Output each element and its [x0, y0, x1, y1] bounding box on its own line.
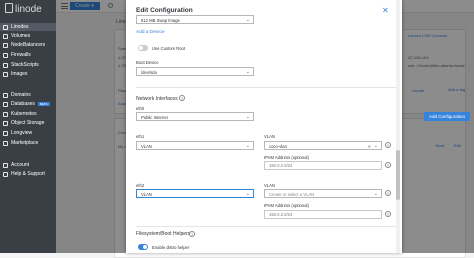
kubernetes-icon [3, 111, 8, 117]
stackscripts-icon [3, 62, 8, 68]
chevron-down-icon: ⌄ [245, 17, 250, 23]
network-interfaces-title: Network Interfaces [136, 96, 178, 102]
custom-root-toggle[interactable] [138, 45, 148, 51]
sidebar-item-stackscripts[interactable]: StackScripts [0, 61, 56, 69]
chevron-down-icon: ⌄ [373, 191, 378, 197]
object-storage-icon [3, 120, 8, 126]
clear-icon[interactable]: ✕ [368, 144, 371, 149]
add-configuration-button[interactable]: Add Configuration [424, 112, 470, 121]
eth1-vlan-select[interactable]: coco-vlan ✕ ⌄ [264, 141, 382, 150]
eth1-label: eth1 [136, 134, 145, 139]
domains-icon [3, 92, 8, 98]
eth1-ipam-input[interactable] [264, 161, 382, 170]
help-icon[interactable]: ? [385, 162, 391, 168]
eth1-type-select[interactable]: VLAN ⌄ [136, 141, 254, 150]
eth1-ipam-label: IPAM Address (optional) [264, 155, 309, 160]
sidebar-item-volumes[interactable]: Volumes [0, 32, 56, 40]
firewalls-icon [3, 52, 8, 58]
sidebar-item-linodes[interactable]: Linodes [0, 23, 56, 31]
help-icon[interactable]: ? [385, 211, 391, 217]
dialog-title: Edit Configuration [136, 7, 193, 14]
linode-logo-icon [5, 3, 13, 13]
distro-helper-toggle[interactable] [138, 244, 148, 250]
distro-helper-label: Enable distro helper [152, 245, 190, 250]
linode-logo[interactable]: linode [5, 3, 42, 15]
volumes-icon [3, 33, 8, 39]
images-icon [3, 71, 8, 77]
sidebar-item-marketplace[interactable]: Marketplace [0, 139, 56, 147]
linodes-icon [3, 24, 8, 30]
divider [136, 226, 396, 227]
sidebar-item-account[interactable]: Account [0, 161, 56, 169]
nodebalancers-icon [3, 42, 8, 48]
databases-icon [3, 101, 8, 107]
eth2-vlan-label: VLAN [264, 183, 275, 188]
eth2-ipam-label: IPAM Address (optional) [264, 203, 309, 208]
longview-icon [3, 130, 8, 136]
eth2-type-select[interactable]: VLAN ⌄ [136, 189, 254, 198]
sidebar-item-nodebalancers[interactable]: NodeBalancers [0, 41, 56, 49]
eth2-ipam-input[interactable] [264, 210, 382, 219]
add-device-link[interactable]: Add a Device [136, 30, 165, 35]
chevron-down-icon: ⌄ [245, 114, 250, 120]
dialog-scrollbar-thumb[interactable] [396, 150, 400, 200]
device-select[interactable]: 512 MB Swap Image ⌄ [136, 15, 254, 24]
help-icon[interactable]: ? [189, 231, 195, 237]
sidebar-item-kubernetes[interactable]: Kubernetes [0, 110, 56, 118]
sidebar-item-longview[interactable]: Longview [0, 129, 56, 137]
boot-device-select[interactable]: /dev/sda ⌄ [136, 67, 254, 76]
chevron-down-icon: ⌄ [245, 143, 250, 149]
account-icon [3, 162, 8, 168]
divider [136, 87, 396, 88]
eth1-vlan-label: VLAN [264, 134, 275, 139]
sidebar-item-help-support[interactable]: Help & Support [0, 170, 56, 178]
edit-configuration-dialog: Edit Configuration ✕ 512 MB Swap Image ⌄ … [126, 0, 402, 253]
beta-badge: BETA [37, 102, 50, 106]
sidebar-item-domains[interactable]: Domains [0, 91, 56, 99]
boot-device-label: Boot Device [136, 60, 159, 65]
help-icon[interactable]: ? [385, 142, 391, 148]
dialog-scrollbar[interactable] [396, 0, 400, 253]
sidebar-item-databases[interactable]: Databases BETA [0, 100, 56, 108]
help-icon[interactable]: ? [179, 95, 185, 101]
eth0-label: eth0 [136, 106, 145, 111]
help-icon [3, 171, 8, 177]
chevron-down-icon: ⌄ [245, 69, 250, 75]
sidebar-item-object-storage[interactable]: Object Storage [0, 119, 56, 127]
custom-root-label: Use Custom Root [152, 46, 186, 51]
marketplace-icon [3, 140, 8, 146]
chevron-down-icon: ⌄ [373, 143, 378, 149]
eth2-label: eth2 [136, 183, 145, 188]
sidebar-item-images[interactable]: Images [0, 70, 56, 78]
sidebar: linode Linodes Volumes NodeBalancers Fir… [0, 0, 56, 253]
eth2-vlan-select[interactable]: Create or select a VLAN ⌄ [264, 189, 382, 198]
filesystem-boot-helpers-title: Filesystem/Boot Helpers [136, 231, 191, 237]
chevron-down-icon: ⌄ [245, 191, 250, 197]
sidebar-item-firewalls[interactable]: Firewalls [0, 51, 56, 59]
eth0-select[interactable]: Public Internet ⌄ [136, 112, 254, 121]
help-icon[interactable]: ? [385, 190, 391, 196]
close-icon[interactable]: ✕ [382, 6, 389, 15]
